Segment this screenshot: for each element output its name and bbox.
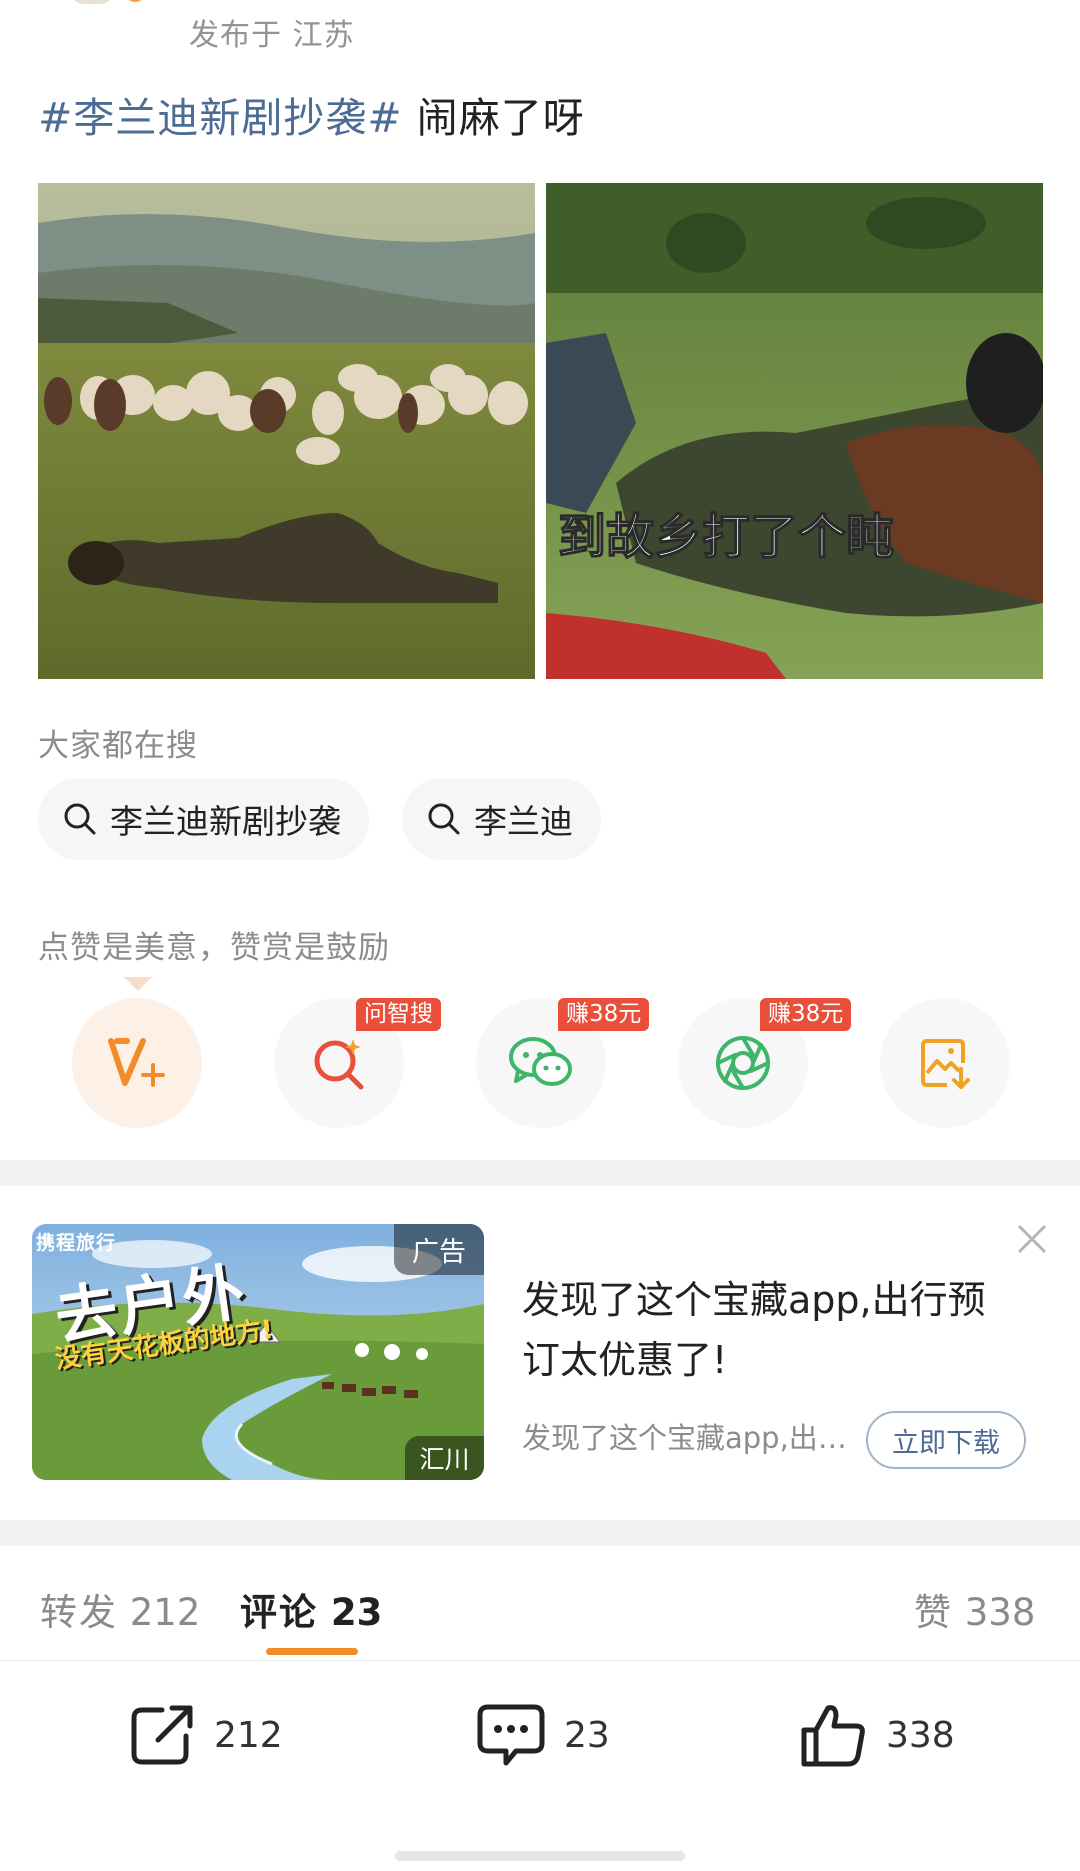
moments-icon [716, 1036, 770, 1090]
post-image-1[interactable] [38, 183, 535, 679]
smart-search-badge: 问智搜 [356, 998, 441, 1031]
save-image-button[interactable] [880, 998, 1010, 1128]
wechat-badge: 赚38元 [558, 998, 650, 1031]
ad-brand-logo: 携程旅行 [36, 1232, 117, 1254]
tab-comment[interactable]: 评论 23 [240, 1582, 382, 1636]
reward-button[interactable] [72, 998, 202, 1128]
v-plus-icon [108, 1038, 165, 1087]
verified-badge-icon [124, 0, 146, 2]
close-icon[interactable] [1015, 1222, 1049, 1256]
ad-tag: 广告 [394, 1224, 484, 1275]
reward-caret [124, 977, 152, 991]
tab-like-label: 赞 [914, 1591, 953, 1634]
search-icon [64, 803, 96, 835]
section-divider [0, 1520, 1080, 1546]
thumbs-up-icon [801, 1705, 865, 1767]
image-caption: 到故乡打了个盹 [558, 509, 894, 565]
trending-chip-label: 李兰迪新剧抄袭 [110, 802, 341, 841]
tab-comment-count: 23 [330, 1591, 383, 1634]
comment-button[interactable]: 23 [476, 1700, 610, 1770]
tab-like-count: 338 [964, 1591, 1036, 1634]
repost-button[interactable]: 212 [130, 1700, 283, 1770]
section-divider [0, 1160, 1080, 1186]
home-indicator [395, 1851, 685, 1861]
like-button[interactable]: 338 [800, 1700, 955, 1770]
smart-search-icon [314, 1039, 364, 1090]
tab-like[interactable]: 赞 338 [914, 1582, 1035, 1636]
save-image-icon [921, 1039, 970, 1089]
trending-chip-1[interactable]: 李兰迪新剧抄袭 [38, 778, 369, 860]
post-text: #李兰迪新剧抄袭# 闹麻了呀 [38, 84, 585, 144]
trending-chip-2[interactable]: 李兰迪 [402, 778, 601, 860]
ad-source: 汇川 [405, 1436, 484, 1480]
comment-count: 23 [564, 1714, 610, 1756]
moments-badge: 赚38元 [760, 998, 852, 1031]
trending-chip-label: 李兰迪 [474, 802, 573, 841]
download-button[interactable]: 立即下载 [866, 1411, 1026, 1469]
post-location: 发布于 江苏 [189, 18, 355, 53]
search-icon [428, 803, 460, 835]
tab-repost-label: 转发 [40, 1591, 118, 1634]
tab-repost-count: 212 [129, 1591, 201, 1634]
avatar[interactable] [70, 0, 156, 6]
post-body: 闹麻了呀 [402, 94, 585, 142]
wechat-icon [509, 1037, 572, 1086]
active-tab-indicator [266, 1648, 358, 1655]
trending-label: 大家都在搜 [38, 728, 198, 764]
ad-title[interactable]: 发现了这个宝藏app,出行预订太优惠了! [522, 1270, 1022, 1390]
comment-icon [477, 1704, 545, 1766]
repost-count: 212 [214, 1714, 283, 1756]
tab-repost[interactable]: 转发 212 [40, 1582, 200, 1636]
ad-description: 发现了这个宝藏app,出行预订太优惠了! [522, 1421, 847, 1455]
reward-label: 点赞是美意，赞赏是鼓励 [38, 930, 390, 966]
repost-icon [131, 1705, 193, 1765]
hashtag-link[interactable]: #李兰迪新剧抄袭# [38, 94, 403, 142]
tab-comment-label: 评论 [240, 1591, 318, 1634]
post-image-2[interactable]: 到故乡打了个盹 [546, 183, 1043, 679]
like-count: 338 [886, 1714, 955, 1756]
